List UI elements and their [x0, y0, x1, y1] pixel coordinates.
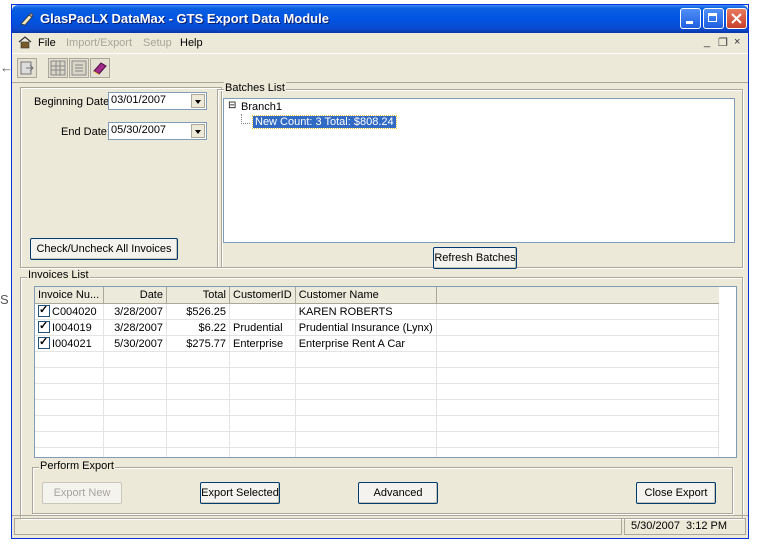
column-header-date[interactable]: Date — [103, 287, 167, 304]
export-new-button[interactable]: Export New — [42, 482, 122, 504]
empty-row — [35, 415, 720, 432]
status-panel-main — [14, 518, 622, 535]
title-bar[interactable]: GlasPacLX DataMax - GTS Export Data Modu… — [12, 5, 748, 33]
empty-row — [35, 399, 720, 416]
column-header-invoice[interactable]: Invoice Nu... — [35, 287, 104, 304]
invoices-table: Invoice Nu... Date Total CustomerID Cust… — [35, 287, 720, 457]
column-header-customer-id[interactable]: CustomerID — [229, 287, 296, 304]
minimize-icon — [686, 21, 693, 24]
row-checkbox[interactable] — [38, 319, 50, 333]
beginning-date-value: 03/01/2007 — [111, 94, 167, 106]
menu-bar: File Import/Export Setup Help _ ❐ × — [12, 33, 748, 53]
menu-file[interactable]: File — [38, 37, 56, 49]
invoice-date: 3/28/2007 — [103, 303, 167, 320]
empty-row — [35, 447, 720, 457]
empty-row — [35, 351, 720, 368]
close-button[interactable] — [726, 8, 747, 29]
check-uncheck-all-button[interactable]: Check/Uncheck All Invoices — [30, 238, 178, 260]
empty-row — [35, 383, 720, 400]
batches-tree[interactable]: ⊟ Branch1 New Count: 3 Total: $808.24 — [223, 98, 735, 243]
invoice-number: I004021 — [52, 338, 92, 350]
end-date-value: 05/30/2007 — [111, 124, 167, 136]
end-date-label: End Date: — [61, 126, 110, 138]
book-tool-button[interactable] — [90, 58, 110, 78]
app-logo-icon — [20, 12, 34, 26]
app-menu-icon[interactable] — [18, 36, 32, 49]
batches-list-label: Batches List — [224, 82, 286, 94]
column-header-total[interactable]: Total — [166, 287, 230, 304]
table-header-row: Invoice Nu... Date Total CustomerID Cust… — [35, 287, 719, 304]
invoice-total: $275.77 — [166, 335, 230, 352]
invoice-date: 5/30/2007 — [103, 335, 167, 352]
toolbar — [12, 53, 748, 83]
background-letter-glyph: S — [0, 292, 9, 307]
row-checkbox[interactable] — [38, 335, 50, 349]
column-header-filler — [436, 287, 719, 304]
close-icon — [731, 13, 742, 24]
column-header-customer-name[interactable]: Customer Name — [295, 287, 437, 304]
invoices-list-label: Invoices List — [27, 269, 90, 281]
row-checkbox[interactable] — [38, 303, 50, 317]
mdi-restore-button[interactable]: ❐ — [718, 36, 728, 49]
customer-name: Prudential Insurance (Lynx) — [295, 319, 437, 336]
perform-export-label: Perform Export — [39, 460, 115, 472]
invoice-number: C004020 — [52, 306, 97, 318]
filler-cell — [436, 319, 720, 336]
filler-cell — [436, 303, 720, 320]
chevron-down-icon[interactable] — [191, 124, 205, 138]
menu-help[interactable]: Help — [180, 37, 203, 49]
app-window: GlasPacLX DataMax - GTS Export Data Modu… — [11, 4, 749, 539]
grid-tool-button[interactable] — [48, 58, 68, 78]
status-panel-datetime: 5/30/2007 3:12 PM — [624, 518, 746, 535]
invoice-number: I004019 — [52, 322, 92, 334]
list-icon — [71, 60, 87, 76]
branch-expand-icon[interactable]: ⊟ — [228, 100, 236, 111]
list-tool-button[interactable] — [69, 58, 89, 78]
window-title: GlasPacLX DataMax - GTS Export Data Modu… — [40, 11, 329, 26]
invoice-total: $526.25 — [166, 303, 230, 320]
table-row[interactable]: I004019 3/28/2007 $6.22 Prudential Prude… — [35, 319, 720, 336]
invoice-total: $6.22 — [166, 319, 230, 336]
empty-row — [35, 431, 720, 448]
table-row[interactable]: C004020 3/28/2007 $526.25 KAREN ROBERTS — [35, 303, 720, 320]
close-export-button[interactable]: Close Export — [636, 482, 716, 504]
maximize-icon — [708, 13, 717, 22]
chevron-down-icon[interactable] — [191, 94, 205, 108]
beginning-date-picker[interactable]: 03/01/2007 — [108, 92, 207, 110]
table-row[interactable]: I004021 5/30/2007 $275.77 Enterprise Ent… — [35, 335, 720, 352]
menu-setup[interactable]: Setup — [143, 37, 172, 49]
customer-id: Enterprise — [229, 335, 296, 352]
tree-node-branch[interactable]: Branch1 — [241, 101, 282, 113]
tree-node-batch[interactable]: New Count: 3 Total: $808.24 — [252, 115, 397, 129]
grid-icon — [50, 60, 66, 76]
filler-cell — [436, 335, 720, 352]
export-selected-button[interactable]: Export Selected — [200, 482, 280, 504]
customer-name: Enterprise Rent A Car — [295, 335, 437, 352]
tree-connector — [241, 114, 250, 124]
end-date-picker[interactable]: 05/30/2007 — [108, 122, 207, 140]
customer-name: KAREN ROBERTS — [295, 303, 437, 320]
empty-row — [35, 367, 720, 384]
menu-import-export[interactable]: Import/Export — [66, 37, 132, 49]
mdi-close-button[interactable]: × — [734, 36, 740, 48]
minimize-button[interactable] — [680, 8, 701, 29]
status-datetime: 5/30/2007 3:12 PM — [631, 520, 728, 532]
advanced-button[interactable]: Advanced — [358, 482, 438, 504]
maximize-button[interactable] — [703, 8, 724, 29]
customer-id: Prudential — [229, 319, 296, 336]
invoices-grid[interactable]: Invoice Nu... Date Total CustomerID Cust… — [34, 286, 737, 458]
beginning-date-label: Beginning Date: — [34, 96, 113, 108]
mdi-minimize-button[interactable]: _ — [704, 36, 710, 48]
exit-tool-button[interactable] — [17, 58, 37, 78]
exit-icon — [20, 61, 34, 75]
customer-id — [229, 303, 296, 320]
status-bar: 5/30/2007 3:12 PM — [12, 515, 748, 538]
invoice-date: 3/28/2007 — [103, 319, 167, 336]
book-icon — [93, 62, 107, 75]
refresh-batches-button[interactable]: Refresh Batches — [433, 247, 517, 269]
